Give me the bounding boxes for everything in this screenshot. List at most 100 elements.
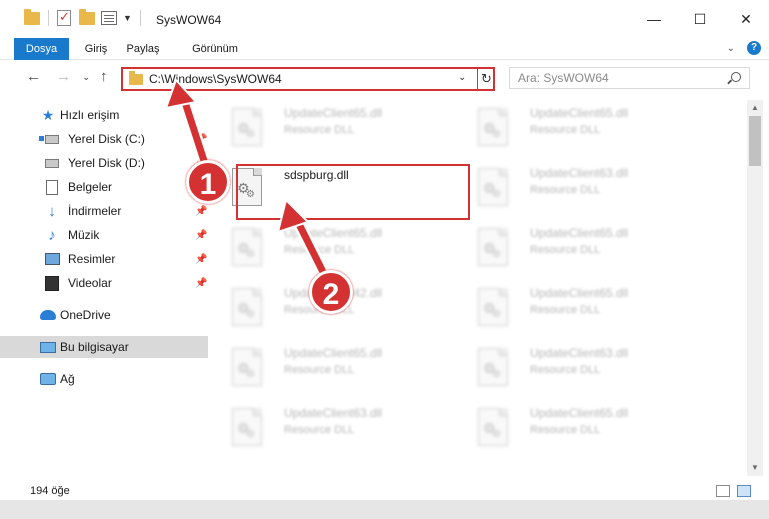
cloud-icon	[40, 307, 56, 323]
details-view-icon[interactable]	[716, 485, 730, 497]
sidebar-item-music[interactable]: ♪ Müzik 📌	[0, 224, 208, 246]
address-bar[interactable]: C:\Windows\SysWOW64 ⌄ ↻	[121, 67, 495, 91]
close-button[interactable]: ✕	[723, 0, 769, 38]
up-button[interactable]: ↑	[100, 68, 108, 85]
tab-home[interactable]: Giriş	[78, 38, 114, 60]
file-item[interactable]: ⚙ ⚙ UpdateClient65.dll Resource DLL	[458, 402, 683, 452]
dll-file-icon: ⚙ ⚙	[232, 108, 262, 146]
file-item[interactable]: ⚙ ⚙ UpdateClient65.dll Resource DLL	[458, 282, 683, 332]
dll-file-icon: ⚙ ⚙	[478, 348, 508, 386]
properties-check-icon[interactable]	[57, 9, 73, 26]
pin-icon[interactable]: 📌	[195, 278, 207, 289]
dll-file-icon: ⚙ ⚙	[232, 348, 262, 386]
folder-icon[interactable]	[24, 9, 40, 26]
network-icon	[40, 371, 56, 387]
pin-icon[interactable]: 📌	[195, 230, 207, 241]
new-folder-icon[interactable]	[79, 9, 95, 26]
dll-file-icon: ⚙ ⚙	[232, 228, 262, 266]
file-type: Resource DLL	[284, 364, 355, 376]
sidebar-item-label: Resimler	[68, 252, 116, 266]
sidebar-item-label: OneDrive	[60, 308, 111, 322]
navigation-pane: ★ Hızlı erişim Yerel Disk (C:) 📌 Yerel D…	[0, 100, 210, 470]
sidebar-item-label: Videolar	[68, 276, 112, 290]
back-button[interactable]: ←	[26, 68, 41, 85]
dll-file-icon: ⚙ ⚙	[478, 108, 508, 146]
maximize-button[interactable]: ☐	[677, 0, 723, 38]
refresh-button[interactable]: ↻	[477, 68, 495, 90]
file-name: UpdateClient65.dll	[530, 226, 629, 240]
sidebar-item-label: Ağ	[60, 372, 75, 386]
sidebar-item-downloads[interactable]: ↓ İndirmeler 📌	[0, 200, 208, 222]
sidebar-item-local-disk-d[interactable]: Yerel Disk (D:) 📌	[0, 152, 208, 174]
pin-icon[interactable]: 📌	[195, 254, 207, 265]
file-list[interactable]: ⚙ ⚙ UpdateClient65.dll Resource DLL ⚙ ⚙ sd…	[212, 100, 745, 476]
tab-file[interactable]: Dosya	[14, 38, 69, 60]
sidebar-item-videos[interactable]: Videolar 📌	[0, 272, 208, 294]
recent-locations-button[interactable]: ⌄	[82, 72, 90, 83]
file-name: UpdateClient65.dll	[530, 106, 629, 120]
file-item[interactable]: ⚙ ⚙ UpdateClient63.dll Resource DLL	[458, 342, 683, 392]
file-item[interactable]: ⚙ ⚙ UpdateClient65.dll Resource DLL	[212, 102, 437, 152]
file-type: Resource DLL	[530, 304, 601, 316]
file-type: Resource DLL	[530, 124, 601, 136]
minimize-button[interactable]: —	[631, 0, 677, 38]
music-icon: ♪	[48, 226, 56, 244]
file-type: Resource DLL	[530, 184, 601, 196]
pin-icon[interactable]: 📌	[195, 206, 207, 217]
title-bar: ▼ SysWOW64 — ☐ ✕	[0, 0, 769, 38]
sidebar-item-documents[interactable]: Belgeler 📌	[0, 176, 208, 198]
tab-view[interactable]: Görünüm	[186, 38, 244, 60]
file-item[interactable]: ⚙ ⚙ UpdateClient63.dll Resource DLL	[212, 402, 437, 452]
customize-toolbar-dropdown-icon[interactable]: ▼	[123, 13, 132, 23]
file-item[interactable]: ⚙ ⚙ UpdateClient65.dll Resource DLL	[458, 102, 683, 152]
sidebar-item-local-disk-c[interactable]: Yerel Disk (C:) 📌	[0, 128, 208, 150]
bottom-strip	[0, 500, 769, 519]
sidebar-item-label: Yerel Disk (D:)	[68, 156, 145, 170]
sidebar-item-network[interactable]: Ağ	[0, 368, 208, 390]
address-path[interactable]: C:\Windows\SysWOW64	[149, 72, 282, 86]
pin-icon[interactable]: 📌	[195, 134, 207, 145]
address-dropdown-icon[interactable]: ⌄	[458, 72, 466, 83]
download-icon: ↓	[48, 202, 56, 220]
scroll-up-icon[interactable]: ▲	[747, 100, 763, 116]
scroll-down-icon[interactable]: ▼	[747, 460, 763, 476]
file-type: Resource DLL	[284, 244, 355, 256]
file-type: Resource DLL	[284, 124, 355, 136]
file-item[interactable]: ⚙ ⚙ UpdateClient65.dll Resource DLL	[212, 222, 437, 272]
sidebar-item-label: İndirmeler	[68, 204, 122, 218]
dll-file-icon: ⚙ ⚙	[478, 288, 508, 326]
folder-icon	[129, 71, 143, 85]
file-name: UpdateClient65.dll	[530, 406, 629, 420]
expand-ribbon-icon[interactable]: ⌄	[727, 43, 735, 54]
sidebar-item-pictures[interactable]: Resimler 📌	[0, 248, 208, 270]
file-name: UpdateClient65.dll	[284, 226, 383, 240]
forward-button[interactable]: →	[56, 68, 71, 85]
dll-file-icon: ⚙ ⚙	[478, 228, 508, 266]
step-badge-2: 2	[309, 270, 353, 314]
file-item[interactable]: ⚙ ⚙ UpdateClient63.dll Resource DLL	[458, 162, 683, 212]
file-name: UpdateClient65.dll	[284, 106, 383, 120]
item-count: 194 öğe	[30, 485, 70, 497]
search-input[interactable]: Ara: SysWOW64	[518, 71, 609, 85]
help-icon[interactable]: ?	[747, 41, 761, 55]
ribbon-tabs: Dosya Giriş Paylaş Görünüm ⌄ ?	[0, 38, 769, 60]
view-list-icon[interactable]	[101, 10, 117, 26]
sidebar-item-onedrive[interactable]: OneDrive	[0, 304, 208, 326]
drive-icon	[44, 155, 60, 171]
tab-share[interactable]: Paylaş	[120, 38, 166, 60]
file-item[interactable]: ⚙ ⚙ UpdateClient65.dll Resource DLL	[212, 342, 437, 392]
dll-file-icon: ⚙ ⚙	[478, 408, 508, 446]
sidebar-item-label: Müzik	[68, 228, 100, 242]
file-type: Resource DLL	[284, 424, 355, 436]
search-box[interactable]: Ara: SysWOW64	[509, 67, 750, 89]
sidebar-item-this-pc[interactable]: Bu bilgisayar	[0, 336, 208, 358]
search-icon[interactable]	[731, 72, 741, 82]
document-icon	[44, 179, 60, 195]
scroll-thumb[interactable]	[749, 116, 761, 166]
large-icons-view-icon[interactable]	[737, 485, 751, 497]
file-item[interactable]: ⚙ ⚙ UpdateClient65.dll Resource DLL	[458, 222, 683, 272]
sidebar-item-quick-access[interactable]: ★ Hızlı erişim	[0, 104, 208, 126]
dll-file-icon: ⚙ ⚙	[232, 408, 262, 446]
vertical-scrollbar[interactable]: ▲ ▼	[747, 100, 763, 476]
quick-access-toolbar: ▼	[24, 9, 143, 26]
